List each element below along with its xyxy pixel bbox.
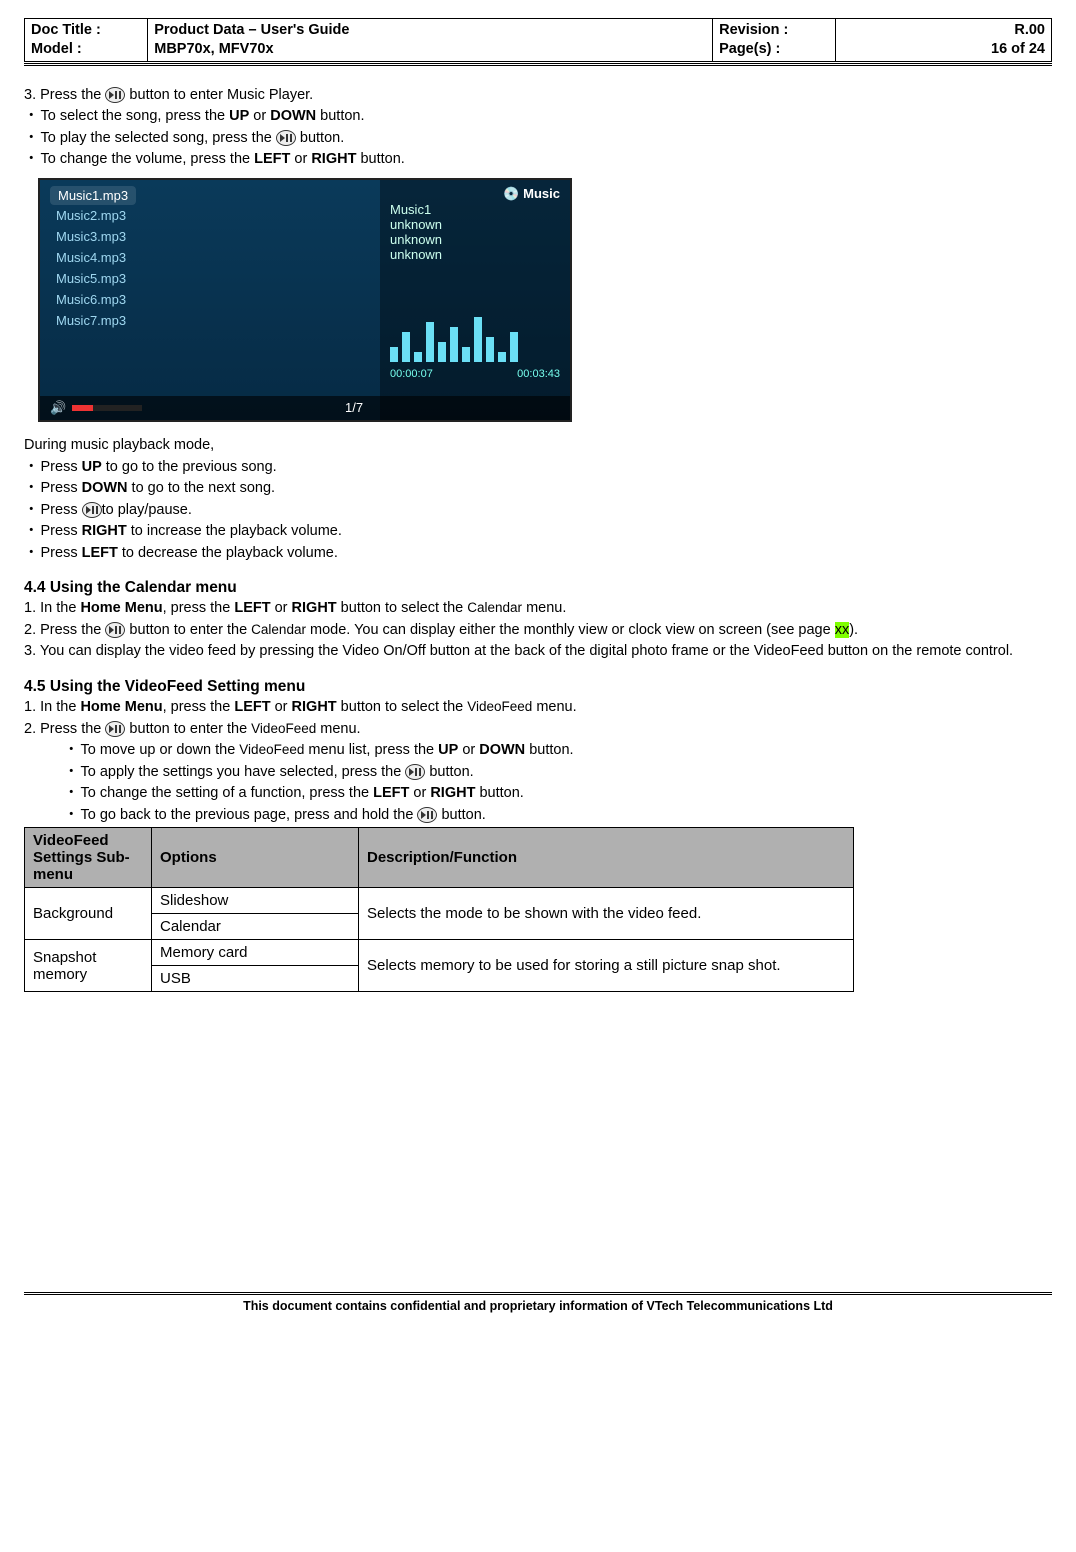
body-content: 3. Press the button to enter Music Playe… (24, 86, 1052, 993)
videofeed-settings-table: VideoFeed Settings Sub-menu Options Desc… (24, 827, 854, 992)
equalizer-icon (390, 312, 560, 362)
doc-header: Doc Title :Model : Product Data – User's… (24, 18, 1052, 62)
during-prev: Press UP to go to the previous song. (24, 458, 1052, 478)
song-item: Music7.mp3 (50, 310, 370, 331)
s45-b4: To go back to the previous page, press a… (64, 806, 1052, 826)
track-name: Music1 (390, 202, 560, 217)
during-playpause: Press to play/pause. (24, 501, 1052, 521)
during-title: During music playback mode, (24, 436, 1052, 456)
song-item: Music3.mp3 (50, 226, 370, 247)
s45-step1: 1. In the Home Menu, press the LEFT or R… (24, 698, 1052, 718)
cell-option: Calendar (152, 914, 359, 940)
cell-desc: Selects memory to be used for storing a … (359, 940, 854, 992)
s45-b1: To move up or down the VideoFeed menu li… (64, 741, 1052, 761)
song-list: Music1.mp3 Music2.mp3 Music3.mp3 Music4.… (40, 180, 380, 420)
play-pause-icon (405, 764, 425, 780)
doc-title: Product Data – User's GuideMBP70x, MFV70… (148, 19, 713, 62)
music-info-panel: 💿 Music Music1 unknown unknown unknown 0… (380, 180, 570, 420)
doc-title-label: Doc Title :Model : (25, 19, 148, 62)
during-volup: Press RIGHT to increase the playback vol… (24, 522, 1052, 542)
s44-step2: 2. Press the button to enter the Calenda… (24, 621, 1052, 641)
play-pause-icon (105, 87, 125, 103)
cell-snapshot: Snapshot memory (25, 940, 152, 992)
step-3: 3. Press the button to enter Music Playe… (24, 86, 1052, 106)
play-pause-icon (105, 721, 125, 737)
s45-b3: To change the setting of a function, pre… (64, 784, 1052, 804)
table-row: Background Slideshow Selects the mode to… (25, 888, 854, 914)
bullet-select-song: To select the song, press the UP or DOWN… (24, 107, 1052, 127)
s44-step3: 3. You can display the video feed by pre… (24, 642, 1052, 662)
music-player-screenshot: Music1.mp3 Music2.mp3 Music3.mp3 Music4.… (38, 178, 572, 422)
player-bottom-bar: 🔊 1/7 (40, 396, 570, 420)
track-info: unknown (390, 247, 560, 262)
bullet-volume: To change the volume, press the LEFT or … (24, 150, 1052, 170)
play-pause-icon (82, 502, 102, 518)
speaker-icon: 🔊 (50, 400, 66, 416)
song-item-selected: Music1.mp3 (50, 186, 136, 205)
s45-b2: To apply the settings you have selected,… (64, 763, 1052, 783)
cell-background: Background (25, 888, 152, 940)
track-artist: unknown (390, 217, 560, 232)
heading-4-4: 4.4 Using the Calendar menu (24, 579, 1052, 597)
footer-confidential: This document contains confidential and … (24, 1299, 1052, 1313)
table-row: Snapshot memory Memory card Selects memo… (25, 940, 854, 966)
heading-4-5: 4.5 Using the VideoFeed Setting menu (24, 678, 1052, 696)
cell-desc: Selects the mode to be shown with the vi… (359, 888, 854, 940)
song-item: Music2.mp3 (50, 205, 370, 226)
play-pause-icon (276, 130, 296, 146)
highlight-page-ref: xx (835, 622, 850, 638)
cell-option: Slideshow (152, 888, 359, 914)
cell-option: USB (152, 966, 359, 992)
during-voldown: Press LEFT to decrease the playback volu… (24, 544, 1052, 564)
during-next: Press DOWN to go to the next song. (24, 479, 1052, 499)
table-header-submenu: VideoFeed Settings Sub-menu (25, 828, 152, 888)
cell-option: Memory card (152, 940, 359, 966)
table-header-desc: Description/Function (359, 828, 854, 888)
track-album: unknown (390, 232, 560, 247)
song-item: Music4.mp3 (50, 247, 370, 268)
rev-value: R.0016 of 24 (836, 19, 1052, 62)
table-header-options: Options (152, 828, 359, 888)
page-indicator: 1/7 (148, 400, 560, 415)
s45-step2: 2. Press the button to enter the VideoFe… (24, 720, 1052, 740)
music-panel-title: 💿 Music (390, 186, 560, 202)
play-pause-icon (417, 807, 437, 823)
rev-label: Revision :Page(s) : (713, 19, 836, 62)
song-item: Music5.mp3 (50, 268, 370, 289)
bullet-play-song: To play the selected song, press the but… (24, 129, 1052, 149)
s44-step1: 1. In the Home Menu, press the LEFT or R… (24, 599, 1052, 619)
time-row: 00:00:0700:03:43 (390, 368, 560, 380)
play-pause-icon (105, 622, 125, 638)
volume-bar (72, 405, 142, 411)
song-item: Music6.mp3 (50, 289, 370, 310)
